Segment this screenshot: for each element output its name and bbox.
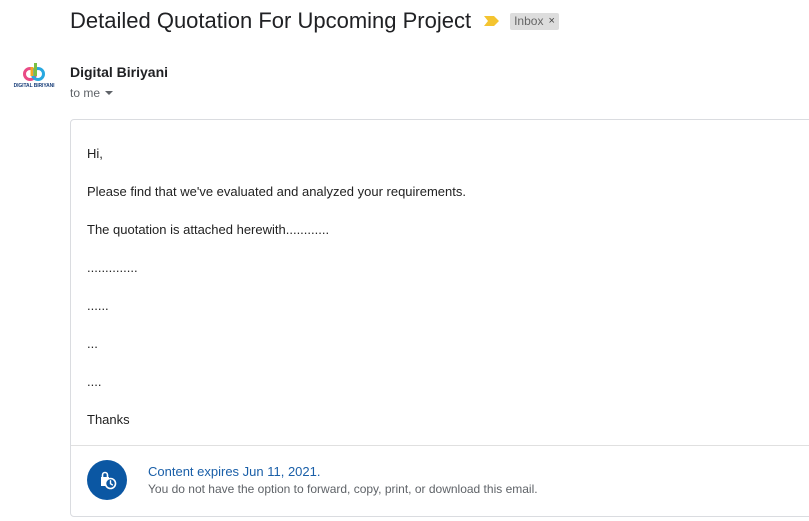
inbox-label-text: Inbox — [514, 14, 544, 28]
remove-label-icon[interactable]: × — [548, 13, 554, 29]
expiry-divider — [71, 445, 809, 446]
message-line: .... — [87, 374, 102, 389]
message-line: Thanks — [87, 412, 130, 427]
subject-row: Detailed Quotation For Upcoming Project … — [70, 6, 559, 36]
avatar-brand-text: DIGITAL BIRIYANI — [13, 83, 55, 89]
expiry-note: You do not have the option to forward, c… — [148, 482, 538, 496]
email-view: Detailed Quotation For Upcoming Project … — [0, 0, 809, 521]
recipient-details-toggle[interactable]: to me — [70, 84, 114, 102]
message-line: ...... — [87, 298, 109, 313]
message-body: Hi, Please find that we've evaluated and… — [87, 144, 466, 448]
expiry-text-block: Content expires Jun 11, 2021. You do not… — [148, 463, 538, 497]
sender-name: Digital Biriyani — [70, 64, 169, 80]
message-line: Please find that we've evaluated and ana… — [87, 184, 466, 199]
clock-lock-icon — [87, 460, 127, 500]
message-line: Hi, — [87, 146, 103, 161]
confidential-mode-notice: Content expires Jun 11, 2021. You do not… — [87, 460, 538, 500]
inbox-label-chip: Inbox × — [510, 12, 559, 30]
expiry-title: Content expires Jun 11, 2021. — [148, 464, 321, 479]
message-line: The quotation is attached herewith......… — [87, 222, 330, 237]
chevron-down-icon[interactable] — [105, 91, 114, 95]
message-card: Hi, Please find that we've evaluated and… — [70, 119, 809, 517]
recipient-text: to me — [70, 86, 101, 100]
message-line: .............. — [87, 260, 138, 275]
message-line: ... — [87, 336, 98, 351]
digital-biriyani-logo-icon — [23, 63, 45, 81]
email-subject: Detailed Quotation For Upcoming Project — [70, 8, 472, 33]
sender-avatar: DIGITAL BIRIYANI — [13, 62, 55, 102]
importance-marker-icon[interactable] — [483, 14, 501, 28]
